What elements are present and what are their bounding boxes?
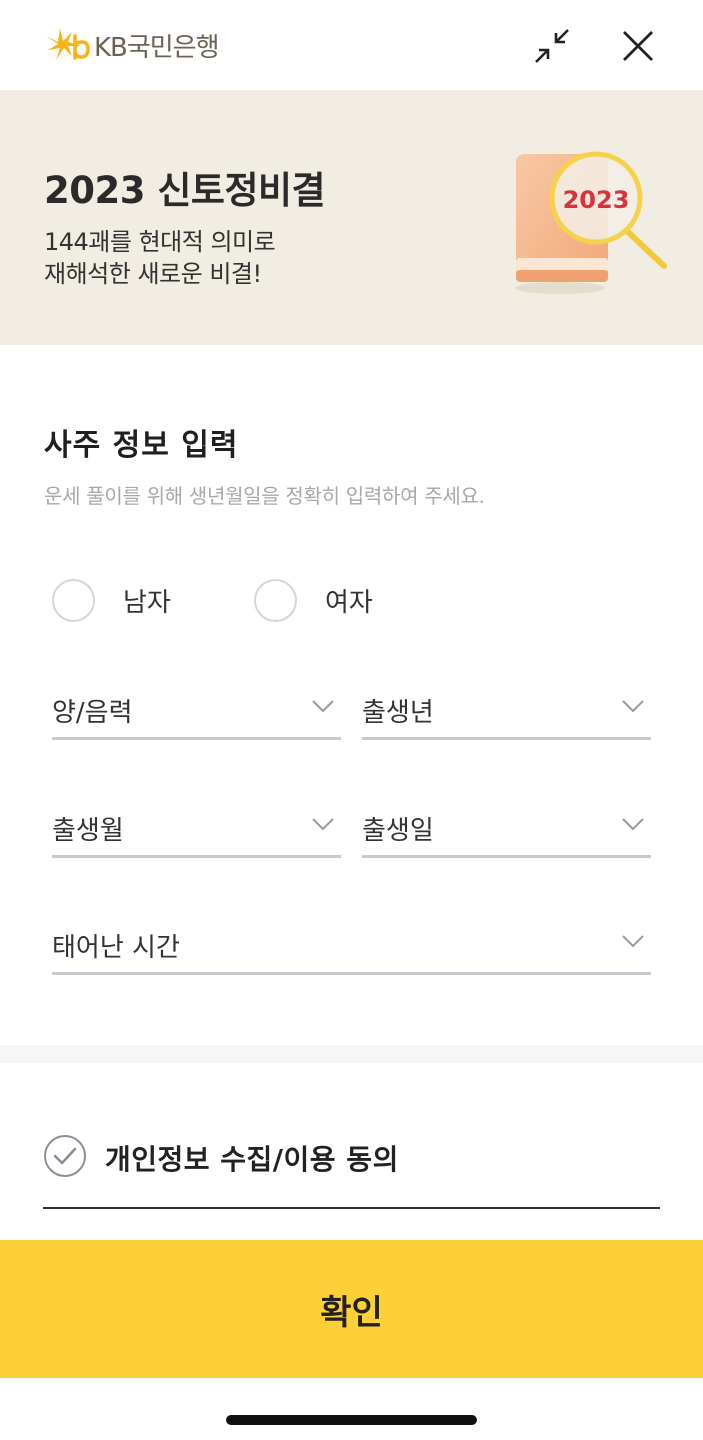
birth-day-value: 출생일 [362, 816, 434, 846]
chevron-down-icon [622, 935, 644, 948]
chevron-down-icon [622, 700, 644, 713]
banner-title: 2023 신토정비결 [44, 169, 326, 212]
gender-radio-female[interactable]: 여자 [254, 578, 373, 622]
form-description: 운세 풀이를 위해 생년월일을 정확히 입력하여 주세요. [44, 484, 485, 508]
book-year-text: 2023 [563, 186, 630, 214]
confirm-label: 확인 [320, 1292, 383, 1333]
close-button[interactable] [616, 24, 660, 68]
form-title: 사주 정보 입력 [44, 428, 239, 463]
birth-day-select[interactable]: 출생일 [362, 802, 651, 858]
close-x-icon [623, 31, 653, 61]
privacy-agreement-label: 개인정보 수집/이용 동의 [105, 1143, 399, 1176]
radio-circle-icon[interactable] [52, 578, 95, 622]
kb-star-logo-icon [46, 28, 90, 60]
chevron-down-icon [312, 700, 334, 713]
check-circle-icon[interactable] [43, 1134, 87, 1178]
birth-year-select[interactable]: 출생년 [362, 684, 651, 740]
banner-subtitle-line2: 재해석한 새로운 비결! [44, 260, 262, 288]
gender-label-female: 여자 [325, 587, 373, 618]
calendar-type-select[interactable]: 양/음력 [52, 684, 341, 740]
confirm-button[interactable]: 확인 [0, 1240, 703, 1378]
book-magnifier-illustration-icon: 2023 [515, 151, 667, 294]
birth-month-value: 출생월 [52, 816, 124, 846]
kb-logo: KB국민은행 [42, 26, 220, 64]
chevron-down-icon [622, 818, 644, 831]
section-divider [0, 1045, 703, 1063]
promo-banner: 2023 신토정비결 144괘를 현대적 의미로 재해석한 새로운 비결! 20… [0, 90, 703, 345]
minimize-arrows-icon [535, 29, 569, 63]
birth-year-value: 출생년 [362, 698, 434, 728]
gender-label-male: 남자 [123, 587, 171, 618]
privacy-agreement-checkbox[interactable]: 개인정보 수집/이용 동의 [43, 1132, 660, 1209]
home-indicator[interactable] [226, 1415, 477, 1425]
chevron-down-icon [312, 818, 334, 831]
calendar-type-value: 양/음력 [52, 698, 133, 728]
birth-month-select[interactable]: 출생월 [52, 802, 341, 858]
banner-subtitle-line1: 144괘를 현대적 의미로 [44, 228, 276, 256]
radio-circle-icon[interactable] [254, 578, 297, 622]
birth-time-value: 태어난 시간 [52, 933, 180, 963]
gender-radio-male[interactable]: 남자 [52, 578, 171, 622]
minimize-button[interactable] [530, 24, 574, 68]
birth-time-select[interactable]: 태어난 시간 [52, 919, 651, 975]
brand-name: KB국민은행 [94, 32, 220, 63]
app-header: KB국민은행 [0, 0, 703, 90]
